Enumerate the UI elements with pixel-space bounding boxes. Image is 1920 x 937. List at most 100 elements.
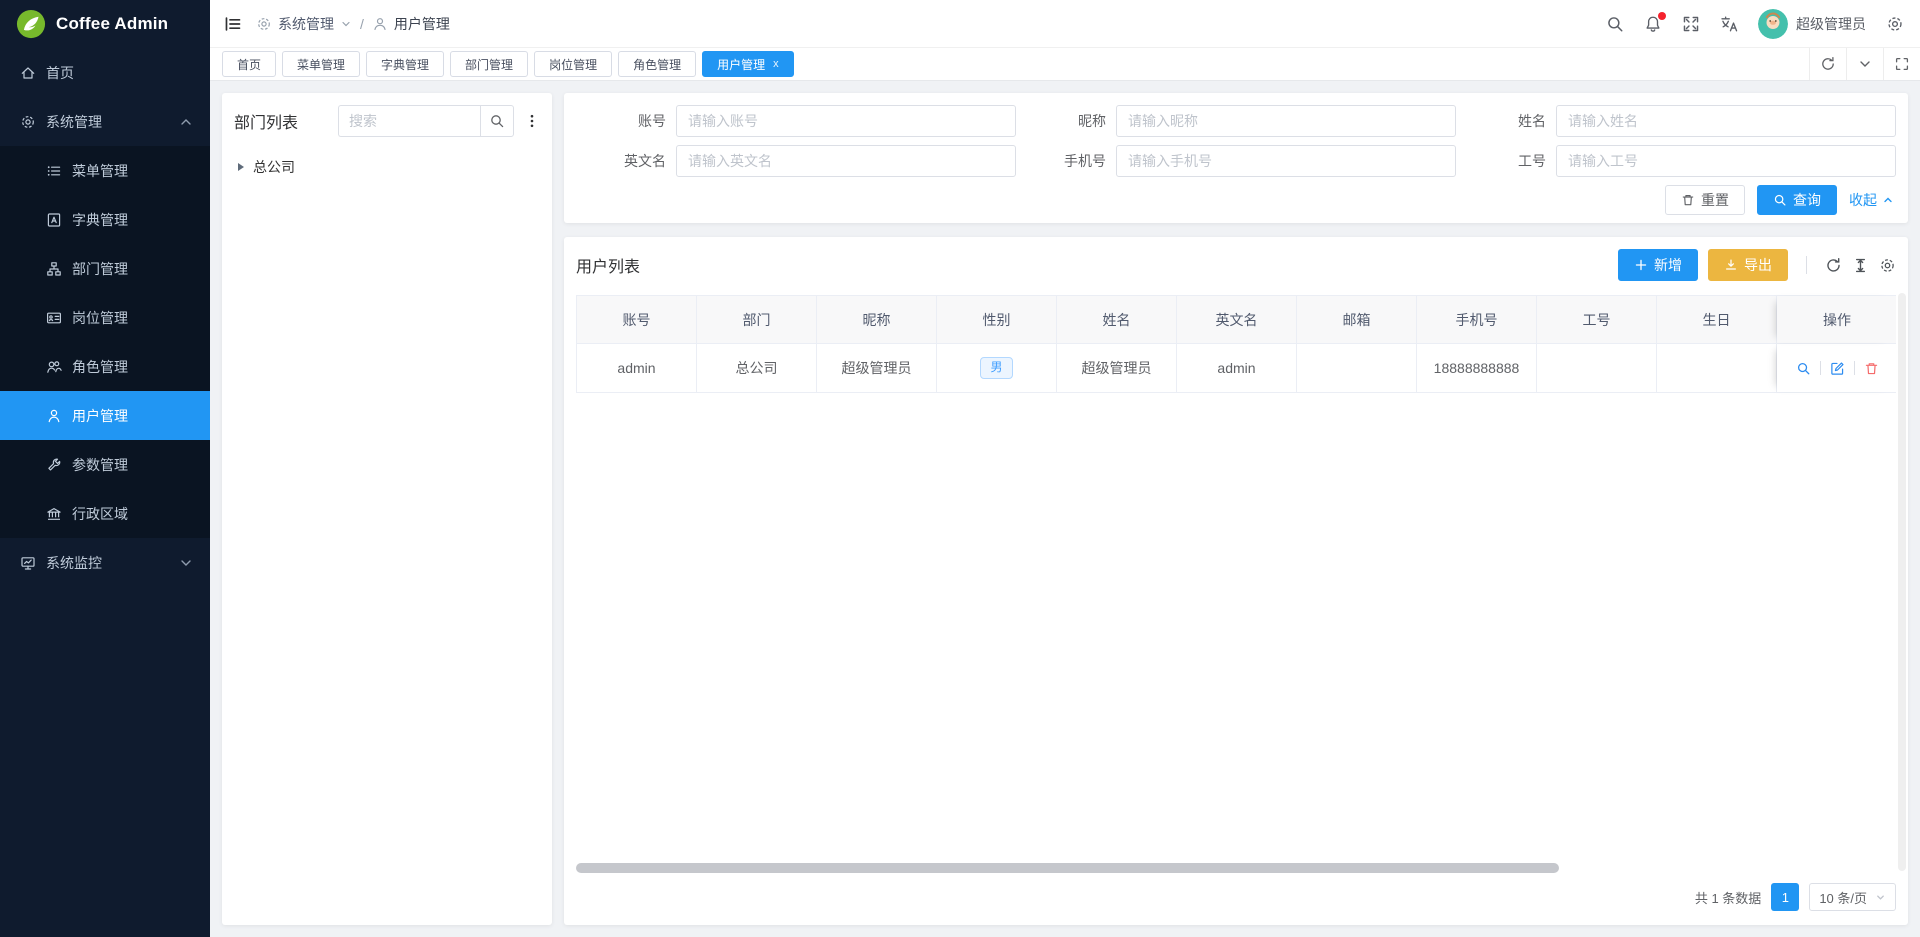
refresh-icon[interactable]: [1809, 48, 1846, 80]
filter-card: 账号 昵称 姓名 英文名: [564, 93, 1908, 223]
notifications-bell-icon[interactable]: [1644, 15, 1662, 33]
settings-gear-icon[interactable]: [1886, 15, 1904, 33]
fullscreen-icon[interactable]: [1682, 15, 1700, 33]
plus-icon: [1634, 258, 1648, 272]
dept-search-button[interactable]: [480, 105, 514, 137]
breadcrumb-group[interactable]: 系统管理: [278, 14, 334, 34]
sidebar-item-param-mgmt[interactable]: 参数管理: [0, 440, 210, 489]
table-toolbar: 新增 导出: [1618, 249, 1896, 281]
sidebar-item-post-mgmt[interactable]: 岗位管理: [0, 293, 210, 342]
tab-role-mgmt[interactable]: 角色管理: [618, 51, 696, 77]
sidebar-item-label: 参数管理: [72, 455, 128, 475]
sidebar-item-role-mgmt[interactable]: 角色管理: [0, 342, 210, 391]
dept-panel-title: 部门列表: [234, 109, 298, 133]
sidebar: Coffee Admin 首页 系统管理: [0, 0, 210, 937]
sidebar-group-label: 系统管理: [46, 112, 102, 132]
col-header-gender[interactable]: 性别: [937, 296, 1057, 343]
dictionary-icon: [46, 212, 62, 228]
tab-close-icon[interactable]: x: [773, 59, 779, 70]
sidebar-item-dict-mgmt[interactable]: 字典管理: [0, 195, 210, 244]
user-chip[interactable]: 超级管理员: [1758, 9, 1866, 39]
sidebar-item-label: 角色管理: [72, 357, 128, 377]
delete-icon[interactable]: [1864, 361, 1879, 376]
chevron-down-icon[interactable]: [1846, 48, 1883, 80]
search-icon[interactable]: [1606, 15, 1624, 33]
sidebar-item-label: 岗位管理: [72, 308, 128, 328]
edit-icon[interactable]: [1830, 361, 1845, 376]
sidebar-item-menu-mgmt[interactable]: 菜单管理: [0, 146, 210, 195]
col-header-account[interactable]: 账号: [577, 296, 697, 343]
app-title: Coffee Admin: [56, 14, 168, 34]
sidebar-item-admin-region[interactable]: 行政区域: [0, 489, 210, 538]
leaf-logo-icon: [16, 9, 46, 39]
row-height-icon[interactable]: [1852, 257, 1869, 274]
job-no-input[interactable]: [1556, 145, 1896, 177]
translate-icon[interactable]: [1720, 15, 1738, 33]
cell-name: 超级管理员: [1057, 344, 1177, 392]
col-header-nickname[interactable]: 昵称: [817, 296, 937, 343]
phone-input[interactable]: [1116, 145, 1456, 177]
col-header-dept[interactable]: 部门: [697, 296, 817, 343]
col-header-name[interactable]: 姓名: [1057, 296, 1177, 343]
export-label: 导出: [1744, 255, 1772, 275]
breadcrumb-page: 用户管理: [394, 14, 450, 34]
refresh-icon[interactable]: [1825, 257, 1842, 274]
sidebar-item-label: 部门管理: [72, 259, 128, 279]
filter-field-name: 姓名: [1456, 105, 1896, 137]
col-header-phone[interactable]: 手机号: [1417, 296, 1537, 343]
tab-label: 角色管理: [633, 56, 681, 73]
tab-dept-mgmt[interactable]: 部门管理: [450, 51, 528, 77]
caret-right-icon[interactable]: [238, 163, 244, 171]
add-button[interactable]: 新增: [1618, 249, 1698, 281]
tab-home[interactable]: 首页: [222, 51, 276, 77]
export-button[interactable]: 导出: [1708, 249, 1788, 281]
tab-post-mgmt[interactable]: 岗位管理: [534, 51, 612, 77]
maximize-icon[interactable]: [1883, 48, 1920, 80]
tab-user-mgmt[interactable]: 用户管理 x: [702, 51, 794, 77]
account-input[interactable]: [676, 105, 1016, 137]
page-button-1[interactable]: 1: [1771, 883, 1799, 911]
sidebar-item-user-mgmt[interactable]: 用户管理: [0, 391, 210, 440]
sidebar-group-monitor[interactable]: 系统监控: [0, 538, 210, 587]
column-settings-gear-icon[interactable]: [1879, 257, 1896, 274]
table-row[interactable]: admin 总公司 超级管理员 男 超级管理员 admin 1888888888…: [576, 344, 1896, 393]
collapse-filter-link[interactable]: 收起: [1849, 190, 1894, 210]
name-input[interactable]: [1556, 105, 1896, 137]
reset-button[interactable]: 重置: [1665, 185, 1745, 215]
page-size-value: 10 条/页: [1819, 888, 1867, 907]
tabbar-controls: [1809, 48, 1920, 80]
query-button[interactable]: 查询: [1757, 185, 1837, 215]
col-header-job-no[interactable]: 工号: [1537, 296, 1657, 343]
pagination: 共 1 条数据 1 10 条/页: [576, 881, 1896, 913]
roles-icon: [46, 359, 62, 375]
wrench-icon: [46, 457, 62, 473]
dept-search-input[interactable]: [338, 105, 480, 137]
field-label: 姓名: [1456, 111, 1556, 131]
tab-menu-mgmt[interactable]: 菜单管理: [282, 51, 360, 77]
cell-en-name: admin: [1177, 344, 1297, 392]
sidebar-item-home[interactable]: 首页: [0, 48, 210, 97]
view-icon[interactable]: [1796, 361, 1811, 376]
tab-dict-mgmt[interactable]: 字典管理: [366, 51, 444, 77]
nickname-input[interactable]: [1116, 105, 1456, 137]
filter-field-en-name: 英文名: [576, 145, 1016, 177]
page-size-select[interactable]: 10 条/页: [1809, 883, 1896, 911]
topbar-actions: 超级管理员: [1606, 9, 1904, 39]
user-list-card: 用户列表 新增: [564, 237, 1908, 925]
vertical-scrollbar-track[interactable]: [1898, 293, 1906, 871]
en-name-input[interactable]: [676, 145, 1016, 177]
sidebar-group-system[interactable]: 系统管理: [0, 97, 210, 146]
col-header-email[interactable]: 邮箱: [1297, 296, 1417, 343]
action-divider: [1820, 361, 1821, 375]
horizontal-scrollbar-thumb[interactable]: [576, 863, 1559, 873]
sidebar-item-dept-mgmt[interactable]: 部门管理: [0, 244, 210, 293]
filter-field-phone: 手机号: [1016, 145, 1456, 177]
cell-nickname: 超级管理员: [817, 344, 937, 392]
collapse-sidebar-icon[interactable]: [224, 15, 242, 33]
dept-more-menu-icon[interactable]: [524, 113, 540, 129]
tree-node-company[interactable]: 总公司: [234, 153, 540, 181]
col-header-birthday[interactable]: 生日: [1657, 296, 1777, 343]
field-label: 账号: [576, 111, 676, 131]
col-header-actions: 操作: [1777, 296, 1897, 343]
col-header-en-name[interactable]: 英文名: [1177, 296, 1297, 343]
